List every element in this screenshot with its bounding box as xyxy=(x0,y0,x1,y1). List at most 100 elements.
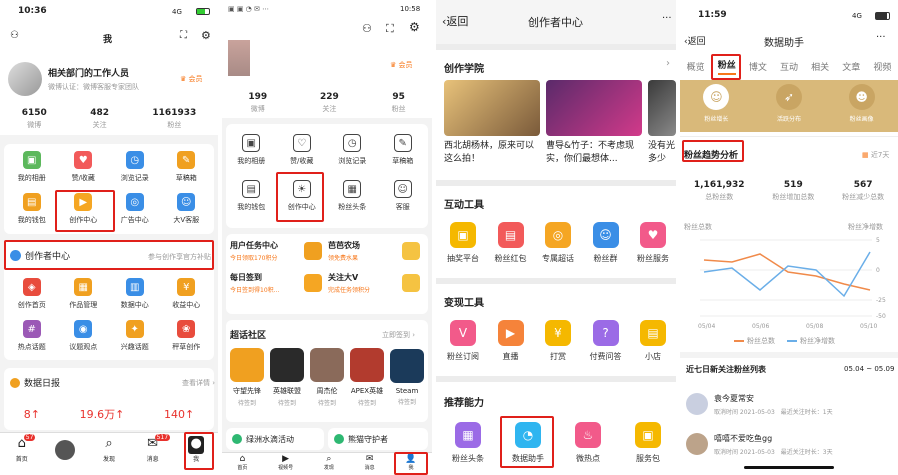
tool-item[interactable]: ☺ 粉丝群 xyxy=(583,222,629,264)
tool-item[interactable]: ▣ 我的相册 xyxy=(226,134,277,166)
tool-item[interactable]: ◉ 议题观点 xyxy=(58,320,110,352)
panda-card[interactable]: 熊猫守护者 xyxy=(328,428,428,450)
tool-item[interactable]: # 热点话题 xyxy=(6,320,58,352)
tool-item[interactable]: ▤ 我的钱包 xyxy=(226,180,277,212)
tab-item[interactable]: ⌂ 首页 57 xyxy=(7,434,37,463)
settings-gear-icon[interactable]: ⚙ xyxy=(409,20,420,34)
tab-6[interactable]: 视频 xyxy=(873,60,891,73)
subtab-item[interactable]: ☺ 粉丝增长 xyxy=(703,84,730,123)
tool-item[interactable]: ▤ 我的钱包 xyxy=(6,193,58,225)
tool-item[interactable]: ◈ 创作首页 xyxy=(6,278,58,310)
video-caption-3[interactable]: 没有光多少 xyxy=(648,140,676,166)
tab-item[interactable] xyxy=(50,439,80,460)
tool-item[interactable]: ▣ 服务包 xyxy=(620,422,676,464)
tool-item[interactable]: ¥ 收益中心 xyxy=(161,278,213,310)
tool-item[interactable]: ? 付费问答 xyxy=(583,320,629,362)
community-signin[interactable]: 立即签到 › xyxy=(382,330,415,340)
avatar[interactable] xyxy=(8,62,42,96)
tool-item[interactable]: ✎ 草稿箱 xyxy=(161,151,213,183)
tool-item[interactable]: ☺ 客服 xyxy=(378,180,429,212)
fan-row[interactable]: 袁今夏常安 取消时间 2021-05-03 最近关注时长：1天 xyxy=(680,384,898,424)
tool-item[interactable]: ▤ 粉丝红包 xyxy=(488,222,534,264)
tool-item[interactable]: ▶ 直播 xyxy=(488,320,534,362)
academy-more-icon[interactable]: › xyxy=(666,58,670,69)
tool-item[interactable]: ◎ 广告中心 xyxy=(109,193,161,225)
community-item[interactable]: 守望先锋 待签到 xyxy=(228,348,266,407)
back-button[interactable]: ‹返回 xyxy=(442,13,468,29)
tool-item[interactable]: V 粉丝订阅 xyxy=(440,320,486,362)
tool-item[interactable]: ▣ 抽奖平台 xyxy=(440,222,486,264)
tool-item[interactable]: ¥ 打赏 xyxy=(535,320,581,362)
back-button[interactable]: ‹返回 xyxy=(684,34,706,47)
community-item[interactable]: Steam 待签到 xyxy=(388,349,426,406)
tool-item[interactable]: ♥ 粉丝服务 xyxy=(630,222,676,264)
stat-item[interactable]: 567 粉丝减少总数 xyxy=(842,180,884,202)
daily-report-more[interactable]: 查看详情 › xyxy=(182,378,215,388)
tool-item[interactable]: ◷ 浏览记录 xyxy=(109,151,161,183)
tool-item[interactable]: ▦ 作品管理 xyxy=(58,278,110,310)
tool-item[interactable]: ▦ 粉丝头条 xyxy=(440,422,496,464)
video-thumb-3[interactable] xyxy=(648,80,676,136)
stat-item[interactable]: 1161933 粉丝 xyxy=(152,108,196,130)
task-item[interactable]: 每日签到 今日签到得10积... xyxy=(230,272,328,294)
tool-item[interactable]: ▥ 数据中心 xyxy=(109,278,161,310)
tab-item[interactable]: ▶ 视频号 xyxy=(278,454,293,471)
subtab-item[interactable]: ➶ 活跃分布 xyxy=(775,84,802,123)
tool-item[interactable]: ✦ 兴趣话题 xyxy=(109,320,161,352)
vip-badge[interactable]: ♛ 会员 xyxy=(180,74,203,84)
tool-item[interactable]: ♨ 微热点 xyxy=(560,422,616,464)
stat-item[interactable]: 199 微博 xyxy=(248,92,267,114)
tab-item[interactable]: ⌕ 发现 xyxy=(94,436,124,463)
tool-item[interactable]: ▣ 我的相册 xyxy=(6,151,58,183)
tool-item[interactable]: ◷ 浏览记录 xyxy=(327,134,378,166)
community-item[interactable]: APEX英雄 待签到 xyxy=(348,348,386,407)
stat-item[interactable]: 229 关注 xyxy=(320,92,339,114)
range-selector[interactable]: ▦ 近7天 xyxy=(862,150,889,160)
stat-item[interactable]: 95 粉丝 xyxy=(392,92,406,114)
video-thumb-1[interactable] xyxy=(444,80,540,136)
oasis-card[interactable]: 绿洲水滴活动 xyxy=(226,428,324,450)
avatar-blurred[interactable] xyxy=(228,40,250,76)
settings-gear-icon[interactable]: ⚙ xyxy=(201,29,211,42)
tool-item[interactable]: ▤ 小店 xyxy=(630,320,676,362)
tab-3[interactable]: 互动 xyxy=(780,60,798,73)
tool-item[interactable]: ◎ 专属超话 xyxy=(535,222,581,264)
tab-item[interactable]: ✉ 消息 517 xyxy=(138,434,171,463)
tab-item[interactable]: ✉ 消息 xyxy=(365,454,375,471)
stat-item[interactable]: 6150 微博 xyxy=(22,108,47,130)
scan-icon[interactable]: ⛶ xyxy=(386,22,394,36)
profile-name[interactable]: 相关部门的工作人员 xyxy=(48,66,129,79)
tab-0[interactable]: 概览 xyxy=(687,60,705,73)
tab-item[interactable]: ⌂ 首页 xyxy=(237,454,247,471)
community-item[interactable]: 英雄联盟 待签到 xyxy=(268,348,306,407)
tool-item[interactable]: ☺ 大V客服 xyxy=(161,193,213,225)
more-icon[interactable]: ··· xyxy=(876,32,886,43)
video-caption-1[interactable]: 西北胡杨林，原来可以这么拍！ xyxy=(444,140,540,166)
video-caption-2[interactable]: 曹导&竹子：不考虑现实，你们最想体... xyxy=(546,140,642,166)
tool-item[interactable]: ✎ 草稿箱 xyxy=(378,134,429,166)
stat-item[interactable]: 519 粉丝增加总数 xyxy=(772,180,814,202)
stat-item[interactable]: 482 关注 xyxy=(90,108,109,130)
tool-item[interactable]: ❀ 秤草创作 xyxy=(161,320,213,352)
tab-2[interactable]: 博文 xyxy=(749,60,767,73)
tab-item[interactable]: ⌕ 发现 xyxy=(324,454,334,471)
tool-icon: # xyxy=(22,320,41,338)
fan-row[interactable]: 嘻嘻不爱吃鱼gg 取消时间 2021-05-03 最近关注时长：3天 xyxy=(680,424,898,464)
tool-item[interactable]: ▦ 粉丝头条 xyxy=(327,180,378,212)
more-icon[interactable]: ··· xyxy=(662,13,672,24)
tool-item[interactable]: ♡ 赞/收藏 xyxy=(277,134,328,166)
subtab-item[interactable]: ☻ 粉丝画像 xyxy=(848,84,875,123)
scan-icon[interactable]: ⛶ xyxy=(180,30,187,41)
task-item[interactable]: 芭芭农场 领免费水果 xyxy=(328,240,426,262)
tab-4[interactable]: 相关 xyxy=(811,60,829,73)
video-thumb-2[interactable] xyxy=(546,80,642,136)
add-friend-icon[interactable]: ⚇ xyxy=(10,30,19,41)
task-item[interactable]: 关注大V 完成任务领积分 xyxy=(328,272,426,294)
stat-item[interactable]: 1,161,932 总粉丝数 xyxy=(694,180,745,202)
add-friend-icon[interactable]: ⚇ xyxy=(362,22,372,35)
tab-5[interactable]: 文章 xyxy=(842,60,860,73)
task-item[interactable]: 用户任务中心 今日领取170积分 xyxy=(230,240,328,262)
tool-item[interactable]: ♥ 赞/收藏 xyxy=(58,151,110,183)
community-item[interactable]: 周杰伦 待签到 xyxy=(308,348,346,407)
vip-badge[interactable]: ♛ 会员 xyxy=(390,60,413,70)
